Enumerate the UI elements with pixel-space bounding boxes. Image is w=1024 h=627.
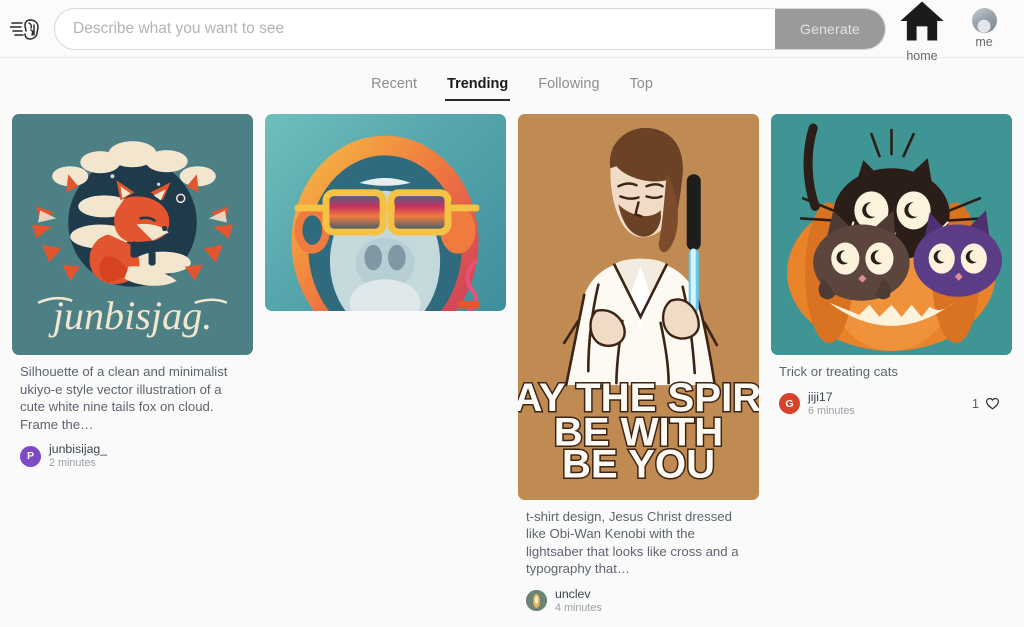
feed-card[interactable]: Trick or treating cats G jiji17 6 minute… — [771, 114, 1012, 420]
image-feed: junbisjag. Silhouette of a clean and min… — [0, 106, 1024, 627]
nav-home[interactable]: home — [896, 0, 948, 63]
card-byline[interactable]: P junbisijag_ 2 minutes — [20, 442, 245, 470]
card-prompt: t-shirt design, Jesus Christ dressed lik… — [526, 508, 739, 577]
tab-recent[interactable]: Recent — [369, 64, 419, 101]
like-count: 1 — [972, 396, 979, 411]
search-bar[interactable]: Generate — [54, 7, 886, 50]
artwork-cats[interactable] — [771, 114, 1012, 355]
nav-home-label: home — [906, 48, 938, 63]
brain-logo[interactable] — [10, 12, 44, 46]
feed-card[interactable]: MAY THE SPIRIT BE WITH BE YOU t-shirt de… — [518, 114, 759, 617]
user-name[interactable]: jiji17 — [808, 390, 855, 405]
user-name[interactable]: junbisijag_ — [49, 442, 107, 457]
svg-text:BE YOU: BE YOU — [562, 442, 715, 487]
heart-icon[interactable] — [985, 396, 1000, 411]
artwork-jedi[interactable]: MAY THE SPIRIT BE WITH BE YOU — [518, 114, 759, 500]
tab-following[interactable]: Following — [536, 64, 601, 101]
timestamp: 2 minutes — [49, 457, 96, 469]
user-name[interactable]: unclev — [555, 587, 602, 602]
card-byline[interactable]: unclev 4 minutes — [526, 587, 751, 615]
generate-button[interactable]: Generate — [775, 8, 885, 49]
tab-top[interactable]: Top — [628, 64, 655, 101]
feed-tabs: Recent Trending Following Top — [0, 58, 1024, 106]
card-prompt: Trick or treating cats — [779, 364, 898, 379]
card-meta: Silhouette of a clean and minimalist uki… — [12, 355, 253, 472]
card-byline[interactable]: G jiji17 6 minutes 1 — [779, 390, 1004, 418]
feed-card[interactable]: junbisjag. Silhouette of a clean and min… — [12, 114, 253, 472]
tab-trending[interactable]: Trending — [445, 64, 511, 101]
nav-me-label: me — [975, 35, 993, 49]
search-input[interactable] — [55, 8, 775, 49]
user-avatar: G — [779, 393, 800, 415]
timestamp: 4 minutes — [555, 601, 602, 614]
user-avatar: P — [20, 445, 41, 467]
home-icon — [900, 1, 944, 40]
user-avatar — [526, 590, 547, 612]
nav-me[interactable]: me — [958, 8, 1010, 49]
feed-card[interactable] — [265, 114, 506, 311]
avatar-icon — [971, 8, 997, 33]
artwork-fox[interactable]: junbisjag. — [12, 114, 253, 355]
card-meta: Trick or treating cats G jiji17 6 minute… — [771, 355, 1012, 420]
artwork-gorilla[interactable] — [265, 114, 506, 311]
top-bar: Generate home me — [0, 0, 1024, 63]
card-meta: t-shirt design, Jesus Christ dressed lik… — [518, 500, 759, 617]
like-control[interactable]: 1 — [972, 396, 1004, 411]
timestamp: 6 minutes — [808, 404, 855, 417]
card-prompt: Silhouette of a clean and minimalist uki… — [20, 364, 228, 432]
